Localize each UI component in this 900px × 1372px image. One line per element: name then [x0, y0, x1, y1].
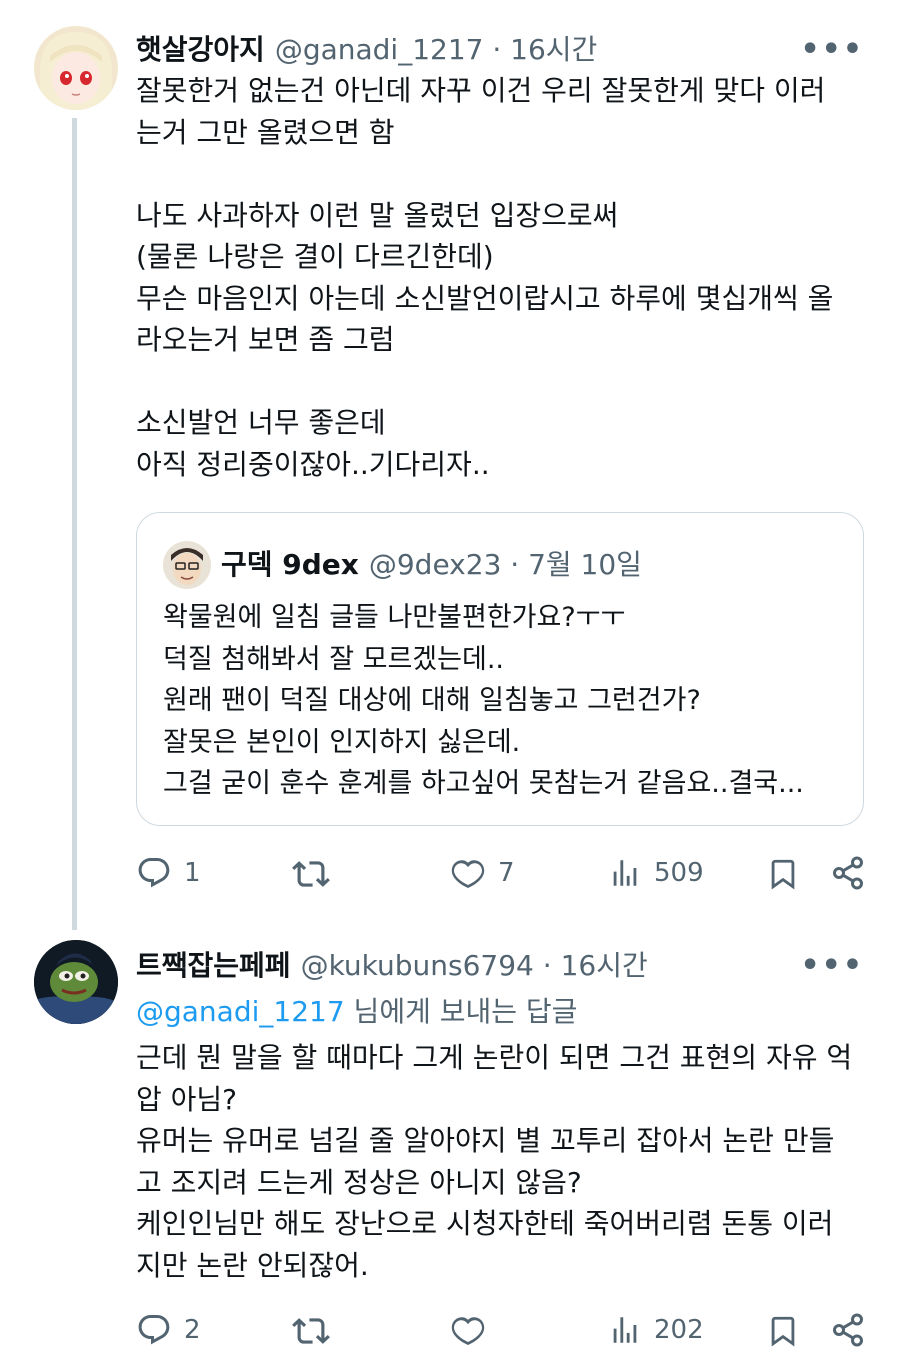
bookmark-icon: [771, 1316, 795, 1347]
replying-to: @ganadi_1217 님에게 보내는 답글: [136, 990, 577, 1030]
reply-button[interactable]: 1: [136, 855, 201, 891]
views-count: 202: [654, 1315, 704, 1345]
quoted-avatar-image: [163, 541, 211, 589]
retweet-icon: [292, 861, 330, 887]
bookmark-button[interactable]: [766, 855, 800, 893]
quoted-handle-and-time: @9dex23 · 7월 10일: [368, 548, 642, 581]
display-name[interactable]: 햇살강아지: [136, 28, 265, 68]
replying-mention-link[interactable]: @ganadi_1217: [136, 995, 345, 1028]
replying-suffix: 님에게 보내는 답글: [344, 995, 578, 1028]
handle-and-time[interactable]: @ganadi_1217 · 16시간: [275, 28, 598, 68]
retweet-button[interactable]: [292, 855, 342, 893]
retweet-icon: [292, 1318, 330, 1344]
reply-button[interactable]: 2: [136, 1312, 201, 1348]
quoted-header: 구덱 9dex @9dex23 · 7월 10일: [221, 543, 642, 583]
retweet-button[interactable]: [292, 1312, 342, 1350]
reply-count: 2: [184, 1315, 201, 1345]
anime-avatar-image: [34, 26, 118, 110]
tweet-1-header: 햇살강아지 @ganadi_1217 · 16시간: [136, 28, 597, 68]
views-button[interactable]: 202: [608, 1312, 704, 1348]
views-icon: [613, 860, 637, 886]
tweet-body: 잘못한거 없는건 아닌데 자꾸 이건 우리 잘못한게 맞다 이러 는거 그만 올…: [136, 74, 834, 481]
more-options-icon[interactable]: •••: [800, 32, 864, 67]
quoted-tweet-card[interactable]: 구덱 9dex @9dex23 · 7월 10일 왁물원에 일침 글들 나만불편…: [136, 512, 864, 826]
pepe-avatar-image: [34, 940, 118, 1024]
tweet-body: 근데 뭔 말을 할 때마다 그게 논란이 되면 그건 표현의 자유 억 압 아님…: [136, 1041, 853, 1282]
share-button[interactable]: [830, 1312, 866, 1348]
tweet-2-header: 트짹잡는페페 @kukubuns6794 · 16시간: [136, 944, 648, 984]
quoted-avatar: [163, 541, 211, 589]
bookmark-icon: [771, 859, 795, 890]
views-button[interactable]: 509: [608, 855, 704, 891]
handle-and-time[interactable]: @kukubuns6794 · 16시간: [301, 944, 648, 984]
views-icon: [613, 1317, 637, 1343]
like-icon: [451, 860, 485, 888]
display-name[interactable]: 트짹잡는페페: [136, 944, 291, 984]
views-count: 509: [654, 858, 704, 888]
like-button[interactable]: 7: [450, 855, 515, 891]
avatar[interactable]: [34, 26, 118, 110]
avatar[interactable]: [34, 940, 118, 1024]
share-icon: [833, 856, 863, 890]
quoted-display-name: 구덱 9dex: [221, 548, 359, 581]
more-options-icon[interactable]: •••: [800, 948, 864, 983]
quoted-body: 왁물원에 일침 글들 나만불편한가요?ㅜㅜ 덕질 첨해봐서 잘 모르겠는데.. …: [163, 602, 804, 799]
like-icon: [451, 1317, 485, 1345]
share-icon: [833, 1313, 863, 1347]
bookmark-button[interactable]: [766, 1312, 800, 1350]
share-button[interactable]: [830, 855, 866, 891]
reply-icon: [138, 858, 170, 888]
like-button[interactable]: [450, 1312, 498, 1348]
like-count: 7: [498, 858, 515, 888]
thread-connector-line: [72, 118, 77, 930]
reply-count: 1: [184, 858, 201, 888]
reply-icon: [138, 1315, 170, 1345]
